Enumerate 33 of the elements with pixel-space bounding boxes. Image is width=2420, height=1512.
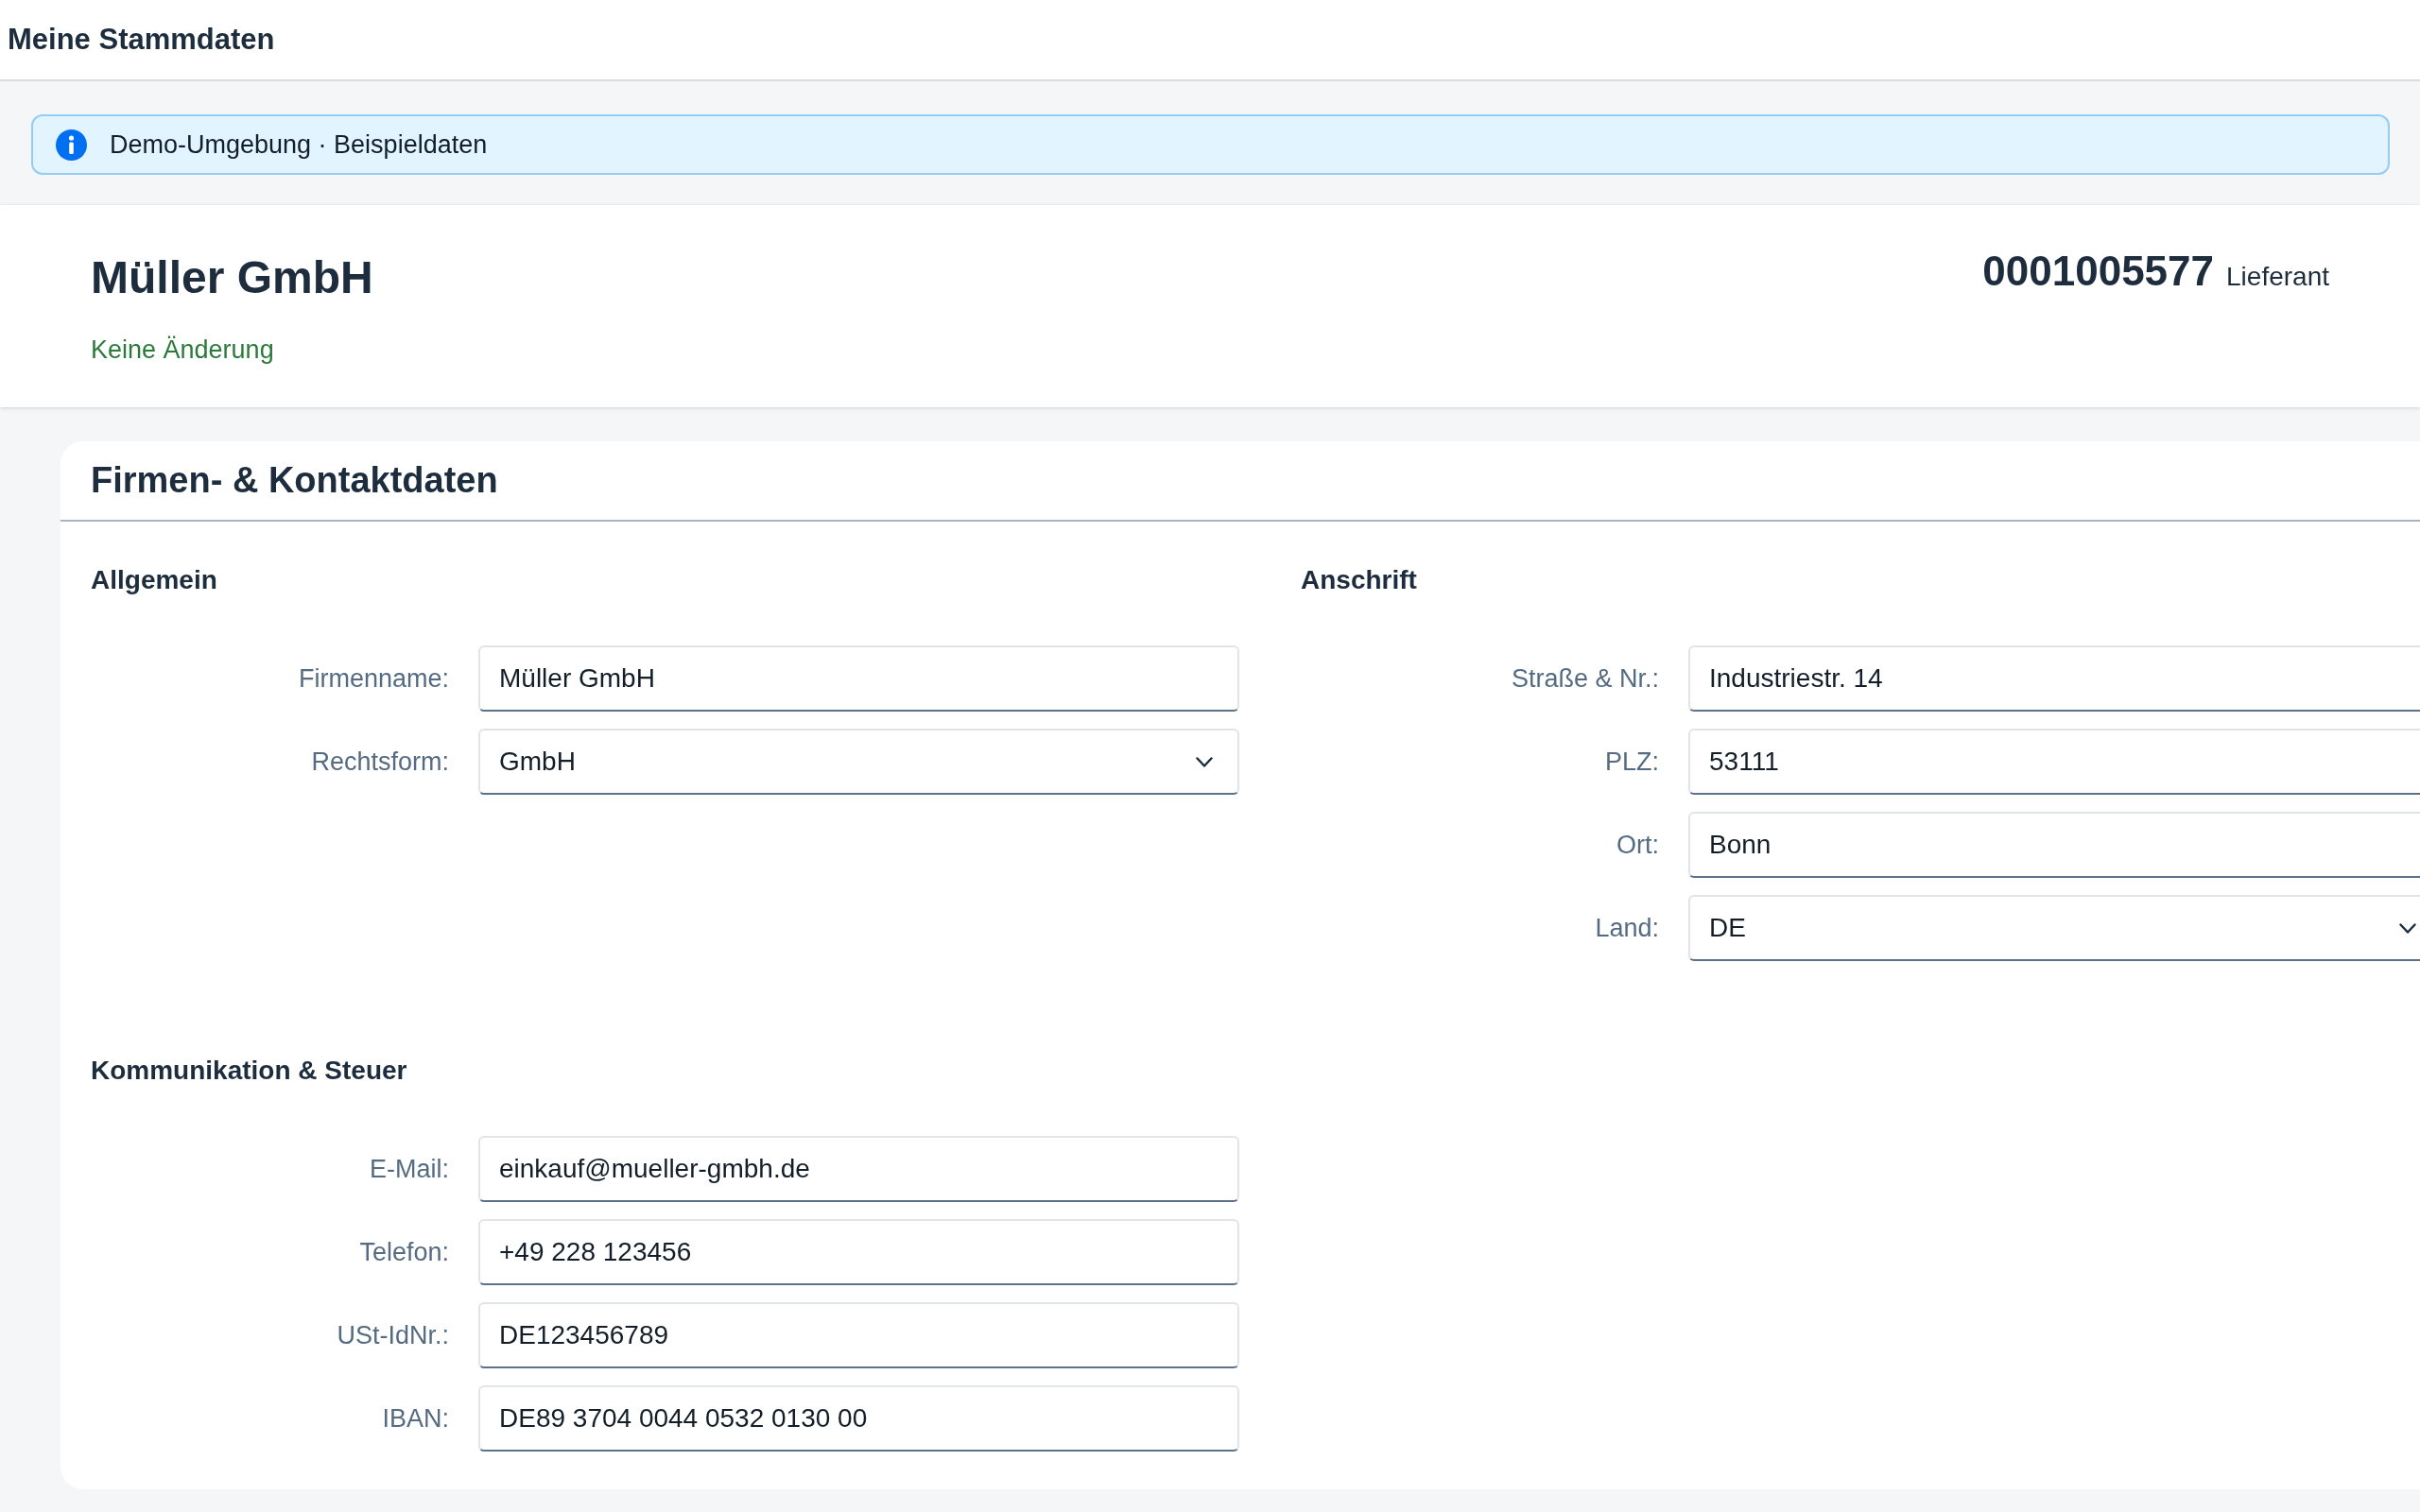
dropdown-field[interactable]: GmbH: [478, 729, 1239, 795]
info-icon: [56, 129, 87, 161]
text-field[interactable]: DE89 3704 0044 0532 0130 00: [478, 1385, 1239, 1452]
group-title: Kommunikation & Steuer: [91, 1055, 407, 1087]
text-field[interactable]: einkauf@mueller-gmbh.de: [478, 1136, 1239, 1202]
text-field[interactable]: 53111: [1688, 729, 2420, 795]
field-label: Land:: [1595, 913, 1659, 943]
field-label: Rechtsform:: [311, 747, 449, 777]
object-number: 0001005577: [1982, 247, 2215, 296]
object-title: Müller GmbH: [91, 251, 373, 304]
text-field[interactable]: Müller GmbH: [478, 645, 1239, 712]
text-field[interactable]: Bonn: [1688, 812, 2420, 878]
chevron-down-icon: [1196, 756, 1213, 767]
group-title: Anschrift: [1301, 564, 1417, 596]
text-field[interactable]: Industriestr. 14: [1688, 645, 2420, 712]
text-field[interactable]: +49 228 123456: [478, 1219, 1239, 1285]
field-label: IBAN:: [382, 1403, 449, 1434]
chevron-down-icon: [2399, 922, 2416, 934]
field-label: Straße & Nr.:: [1511, 663, 1659, 694]
number-unit: Lieferant: [2226, 262, 2329, 292]
field-label: Ort:: [1616, 830, 1659, 860]
field-label: Telefon:: [359, 1237, 449, 1267]
field-label: E-Mail:: [370, 1154, 449, 1184]
field-label: PLZ:: [1604, 747, 1659, 777]
dropdown-field[interactable]: DE: [1688, 895, 2420, 961]
message-text: Demo-Umgebung · Beispieldaten: [110, 129, 488, 160]
group-title: Allgemein: [91, 564, 217, 596]
page-title: Meine Stammdaten: [8, 23, 275, 57]
status-text: Keine Änderung: [91, 335, 274, 366]
section-title: Firmen- & Kontaktdaten: [91, 460, 498, 501]
field-label: USt-IdNr.:: [337, 1320, 449, 1350]
field-label: Firmenname:: [298, 663, 449, 694]
text-field[interactable]: DE123456789: [478, 1302, 1239, 1368]
